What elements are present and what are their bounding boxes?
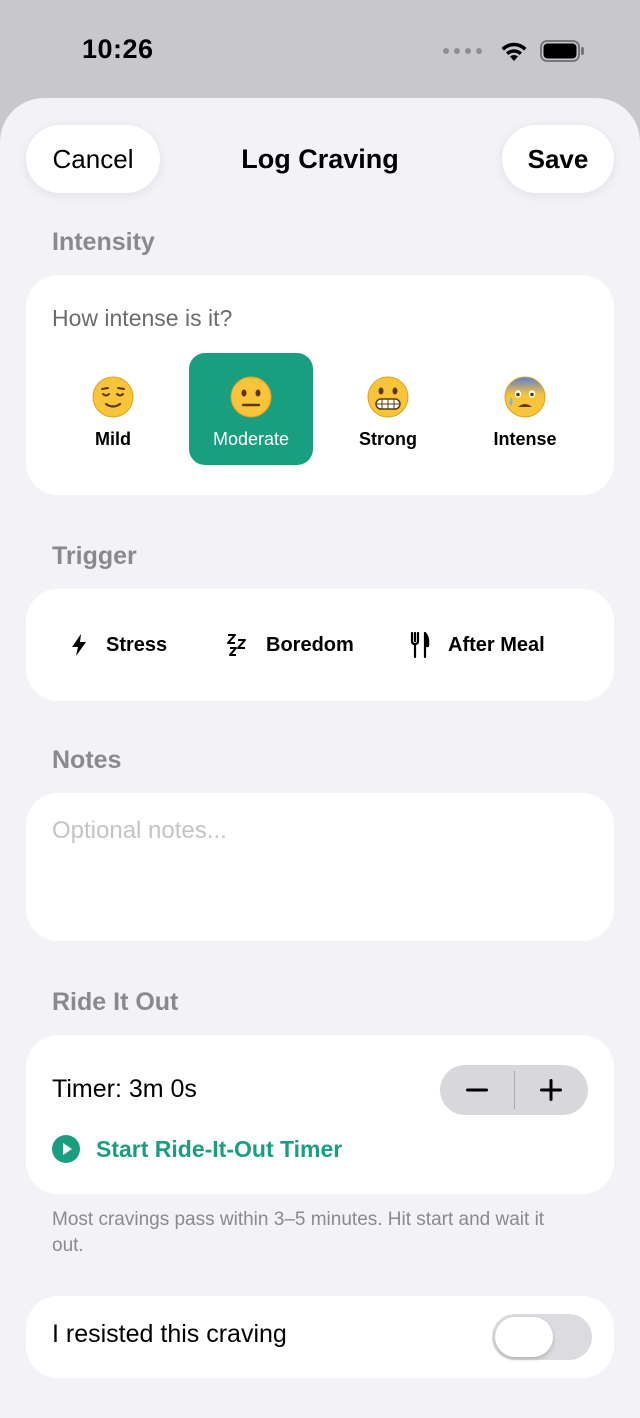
intensity-option-moderate[interactable]: Moderate (189, 353, 313, 465)
status-bar: 10:26 (0, 0, 640, 100)
intensity-option-strong[interactable]: Strong (326, 353, 450, 465)
relieved-face-icon (92, 376, 134, 418)
play-circle-icon (52, 1135, 80, 1163)
intensity-option-mild[interactable]: Mild (51, 353, 175, 465)
toggle-knob (495, 1317, 553, 1357)
trigger-option-stress[interactable]: Stress (70, 589, 167, 701)
notes-section-label: Notes (52, 746, 122, 774)
trigger-section-label: Trigger (52, 542, 137, 570)
save-button[interactable]: Save (502, 125, 614, 193)
decrement-button[interactable] (440, 1088, 514, 1092)
trigger-option-boredom[interactable]: Boredom (226, 589, 354, 701)
intensity-option-label: Intense (493, 429, 557, 449)
intensity-option-label: Mild (95, 429, 131, 449)
trigger-label: After Meal (448, 633, 545, 656)
start-timer-label: Start Ride-It-Out Timer (96, 1135, 343, 1162)
ride-it-out-card: Timer: 3m 0s Start Ride-It-Out Timer (26, 1035, 614, 1194)
increment-button[interactable] (515, 1079, 589, 1101)
neutral-face-icon (230, 376, 272, 418)
intensity-card: How intense is it? Mild Moderate Strong … (26, 275, 614, 495)
zzz-icon (227, 634, 246, 656)
log-craving-sheet: Cancel Log Craving Save Intensity How in… (0, 98, 640, 1418)
start-timer-button[interactable]: Start Ride-It-Out Timer (52, 1135, 342, 1163)
cellular-signal-icon (443, 48, 482, 54)
plus-icon (540, 1079, 563, 1101)
wifi-icon (501, 42, 527, 61)
fork-knife-icon (410, 632, 430, 658)
notes-field[interactable]: Optional notes... (26, 793, 614, 941)
resisted-label: I resisted this craving (52, 1320, 287, 1348)
intensity-option-label: Strong (359, 429, 417, 449)
status-time: 10:26 (82, 34, 154, 64)
notes-placeholder: Optional notes... (52, 817, 227, 844)
timer-label: Timer: 3m 0s (52, 1075, 197, 1103)
grimacing-face-icon (367, 376, 409, 418)
intensity-prompt: How intense is it? (52, 305, 233, 331)
trigger-label: Boredom (266, 633, 354, 656)
intensity-section-label: Intensity (52, 228, 155, 256)
resisted-toggle[interactable] (492, 1314, 592, 1360)
trigger-option-after-meal[interactable]: After Meal (410, 589, 545, 701)
ride-it-out-section-label: Ride It Out (52, 988, 179, 1016)
status-icons (443, 40, 586, 62)
intensity-option-intense[interactable]: Intense (463, 353, 587, 465)
resisted-row: I resisted this craving (26, 1296, 614, 1378)
timer-stepper[interactable] (440, 1065, 588, 1115)
minus-icon (465, 1088, 488, 1092)
battery-icon (540, 40, 584, 62)
anxious-sweat-face-icon (504, 376, 546, 418)
intensity-option-label: Moderate (212, 429, 290, 449)
trigger-card: Stress Boredom After Meal (26, 589, 614, 701)
trigger-label: Stress (106, 633, 168, 656)
bolt-icon (72, 634, 86, 656)
ride-it-out-footnote: Most cravings pass within 3–5 minutes. H… (52, 1209, 545, 1256)
